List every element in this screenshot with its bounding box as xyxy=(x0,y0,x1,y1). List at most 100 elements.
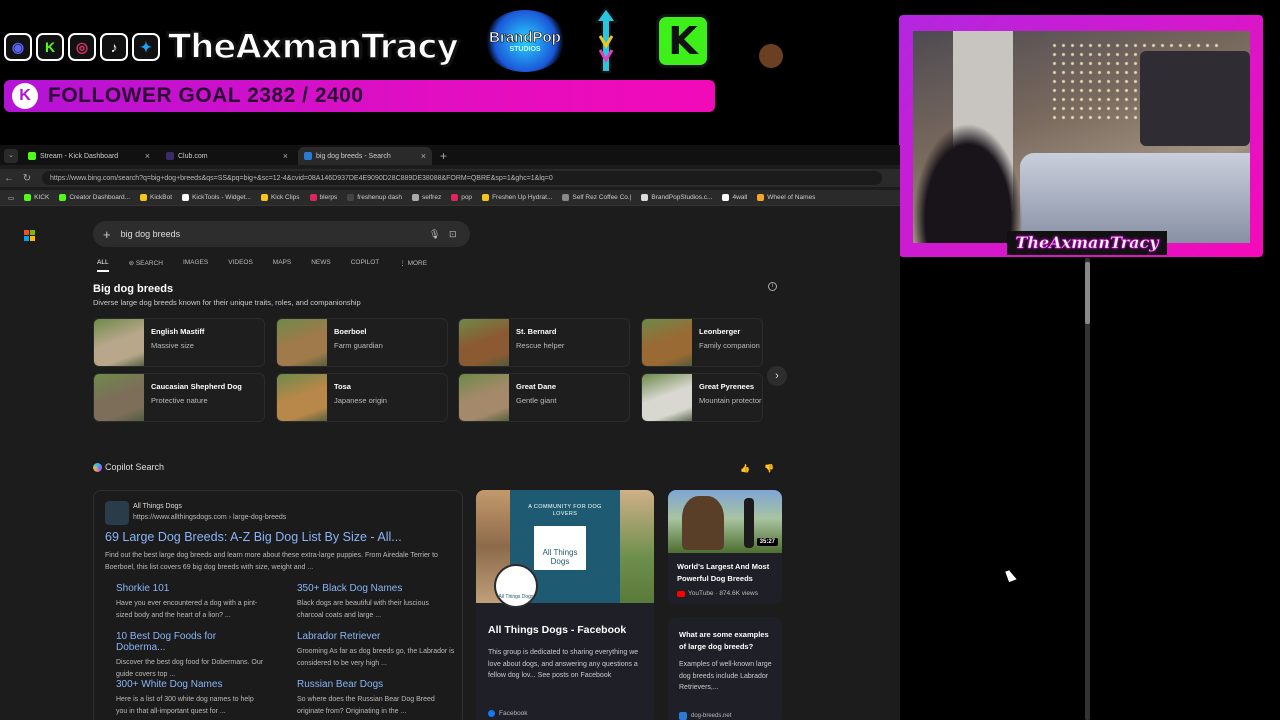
breed-card[interactable]: Leonberger Family companion xyxy=(641,318,763,367)
sublink-title[interactable]: Russian Bear Dogs xyxy=(297,679,457,690)
carousel-next-icon[interactable]: › xyxy=(767,366,787,386)
breed-image[interactable] xyxy=(277,319,327,366)
bookmark-item[interactable]: Kick Clips xyxy=(260,194,300,201)
video-title[interactable]: World's Largest And Most Powerful Dog Br… xyxy=(677,561,777,585)
copilot-label-text: Copilot Search xyxy=(105,462,165,472)
cam-streamer xyxy=(913,123,1023,243)
breed-name: Boerboel xyxy=(334,327,367,336)
breed-card[interactable]: Tosa Japanese origin xyxy=(276,373,448,422)
follower-goal-bar: K FOLLOWER GOAL 2382 / 2400 xyxy=(4,80,715,112)
facebook-icon xyxy=(488,710,495,717)
search-query[interactable]: big dog breeds xyxy=(121,229,181,239)
search-tab-copilot[interactable]: COPILOT xyxy=(351,259,380,272)
browser-tab[interactable]: Club.com × xyxy=(160,147,294,165)
thumbs-up-icon[interactable]: 👍 xyxy=(740,464,750,473)
search-tab-label: SEARCH xyxy=(135,260,163,267)
bookmark-item[interactable]: KickTools - Widget... xyxy=(182,194,251,201)
breed-card[interactable]: Great Pyrenees Mountain protector xyxy=(641,373,763,422)
bookmark-item[interactable]: BrandPopStudios.c... xyxy=(641,194,712,201)
close-tab-icon[interactable]: × xyxy=(283,151,288,161)
close-tab-icon[interactable]: × xyxy=(145,151,150,161)
question-title[interactable]: What are some examples of large dog bree… xyxy=(679,629,777,653)
bookmark-favicon-icon xyxy=(182,194,190,201)
breed-image[interactable] xyxy=(642,374,692,421)
bookmark-item[interactable]: Creator Dashboard... xyxy=(59,194,130,201)
breed-image[interactable] xyxy=(277,374,327,421)
search-tab-search[interactable]: ⊚ SEARCH xyxy=(129,259,163,272)
bookmark-item[interactable]: 4wall xyxy=(722,194,747,201)
breed-image[interactable] xyxy=(459,374,509,421)
webcam-name-label: TheAxmanTracy xyxy=(1007,231,1167,255)
video-source-label: YouTube · 874.6K views xyxy=(688,590,758,597)
sublink-title[interactable]: Labrador Retriever xyxy=(297,631,457,642)
bookmark-item[interactable]: KICK xyxy=(24,194,49,201)
bookmark-item[interactable]: pop xyxy=(451,194,472,201)
sublink-title[interactable]: 10 Best Dog Foods for Doberma... xyxy=(116,631,266,653)
bookmark-item[interactable]: Freshen Up Hydrat... xyxy=(482,194,552,201)
thumbs-down-icon[interactable]: 👎 xyxy=(764,464,774,473)
breed-image[interactable] xyxy=(94,319,144,366)
sublink-desc: Here is a list of 300 white dog names to… xyxy=(116,696,254,715)
sublink-title[interactable]: 300+ White Dog Names xyxy=(116,679,266,690)
scrollbar-thumb[interactable] xyxy=(1085,262,1090,324)
bookmark-item[interactable]: Wheel of Names xyxy=(757,194,815,201)
page-scrollbar[interactable] xyxy=(1085,258,1090,720)
search-tab-images[interactable]: IMAGES xyxy=(183,259,208,272)
breed-name: Tosa xyxy=(334,382,351,391)
new-tab-button[interactable]: + xyxy=(440,147,447,165)
bookmark-label: Freshen Up Hydrat... xyxy=(492,194,553,201)
all-things-dogs-logo: All Things Dogs xyxy=(532,524,588,572)
info-icon[interactable]: i xyxy=(768,282,777,291)
search-tab-label: MORE xyxy=(407,260,428,267)
breed-text: Boerboel Farm guardian xyxy=(327,319,383,366)
facebook-card-title[interactable]: All Things Dogs - Facebook xyxy=(488,624,626,636)
breed-desc: Japanese origin xyxy=(334,396,387,405)
tab-search-chevron-icon[interactable]: ⌄ xyxy=(4,149,18,163)
bookmark-item[interactable]: KickBot xyxy=(140,194,172,201)
result-title-link[interactable]: 69 Large Dog Breeds: A-Z Big Dog List By… xyxy=(105,530,402,544)
breed-image[interactable] xyxy=(94,374,144,421)
bookmark-label: Self Rez Coffee Co.| xyxy=(572,194,632,201)
search-tab-news[interactable]: NEWS xyxy=(311,259,331,272)
breed-image[interactable] xyxy=(459,319,509,366)
plus-icon[interactable]: + xyxy=(103,227,111,242)
bookmark-label: blerps xyxy=(319,194,338,201)
video-thumbnail[interactable]: 35:27 xyxy=(668,490,782,553)
facebook-card[interactable]: A COMMUNITY FOR DOG LOVERS All Things Do… xyxy=(476,490,654,720)
bookmark-item[interactable]: freshenup dash xyxy=(347,194,402,201)
search-tab-all[interactable]: ALL xyxy=(97,259,109,272)
breed-card[interactable]: Boerboel Farm guardian xyxy=(276,318,448,367)
sublink-desc: Black dogs are beautiful with their lusc… xyxy=(297,600,429,619)
breed-desc: Massive size xyxy=(151,341,194,350)
video-card[interactable]: 35:27 xyxy=(668,490,782,604)
breed-card[interactable]: English Mastiff Massive size xyxy=(93,318,265,367)
sublink-desc: So where does the Russian Bear Dog Breed… xyxy=(297,696,435,715)
search-tab-more[interactable]: ⋮ MORE xyxy=(399,259,427,272)
back-arrow-icon[interactable]: ← xyxy=(0,173,18,184)
visual-search-icon[interactable]: ⊡ xyxy=(449,229,457,240)
search-tab-videos[interactable]: VIDEOS xyxy=(228,259,253,272)
bookmark-item[interactable]: selfrez xyxy=(412,194,441,201)
result-site-name[interactable]: All Things Dogs xyxy=(133,503,182,510)
breed-card[interactable]: Caucasian Shepherd Dog Protective nature xyxy=(93,373,265,422)
url-field[interactable]: https://www.bing.com/search?q=big+dog+br… xyxy=(42,171,882,185)
reload-icon[interactable]: ↻ xyxy=(18,173,36,184)
result-url[interactable]: https://www.allthingsdogs.com › large-do… xyxy=(133,514,286,521)
close-tab-icon[interactable]: × xyxy=(421,151,426,161)
microsoft-logo-icon[interactable] xyxy=(24,230,35,241)
breed-card[interactable]: Great Dane Gentle giant xyxy=(458,373,630,422)
bookmark-item[interactable]: Self Rez Coffee Co.| xyxy=(562,194,631,201)
browser-tab[interactable]: Stream - Kick Dashboard × xyxy=(22,147,156,165)
microphone-icon[interactable]: 🎙 xyxy=(429,229,440,240)
sublink-title[interactable]: Shorkie 101 xyxy=(116,583,266,594)
search-box[interactable]: + big dog breeds 🎙 ⊡ xyxy=(93,221,470,247)
search-tab-maps[interactable]: MAPS xyxy=(273,259,291,272)
question-source[interactable]: dog-breeds.net xyxy=(679,712,731,720)
breed-image[interactable] xyxy=(642,319,692,366)
breed-card[interactable]: St. Bernard Rescue helper xyxy=(458,318,630,367)
bookmarks-menu-icon[interactable]: ▭ xyxy=(8,194,14,202)
bookmark-item[interactable]: blerps xyxy=(309,194,338,201)
browser-tab[interactable]: big dog breeds - Search × xyxy=(298,147,432,165)
facebook-card-source[interactable]: Facebook xyxy=(488,710,528,717)
sublink-title[interactable]: 350+ Black Dog Names xyxy=(297,583,457,594)
